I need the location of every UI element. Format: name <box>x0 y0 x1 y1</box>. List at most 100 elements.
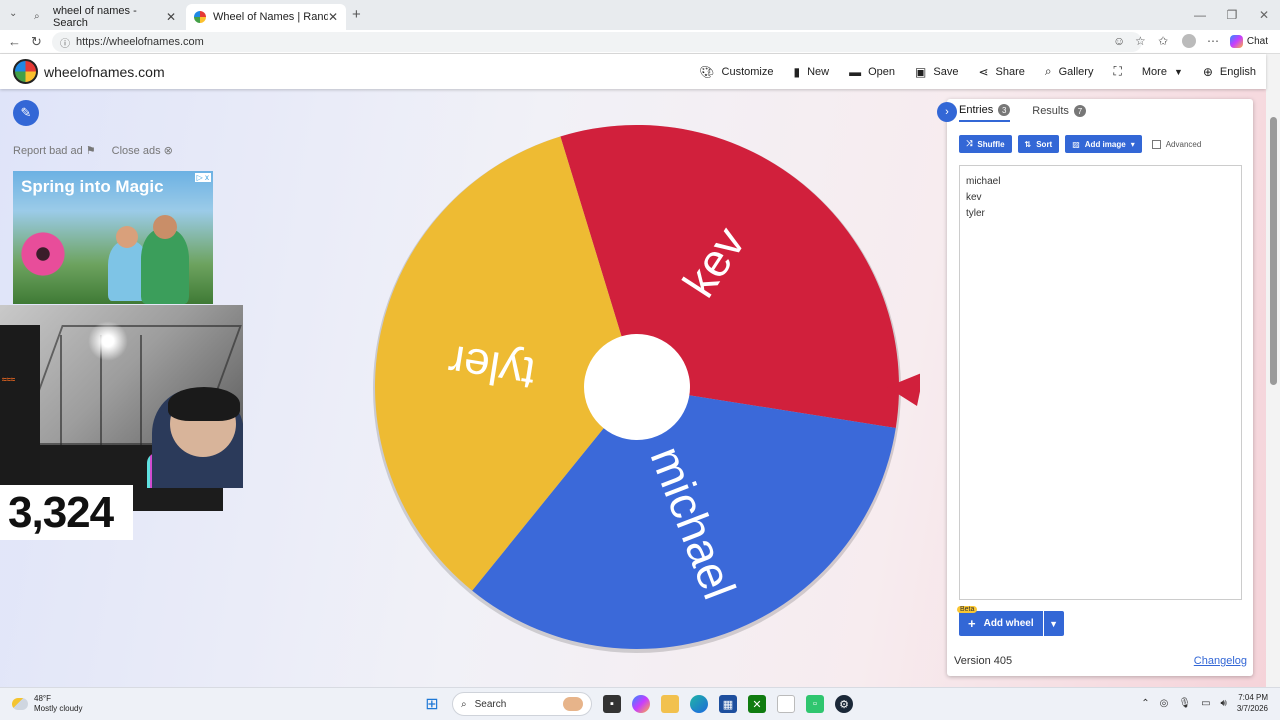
menu-fullscreen[interactable]: ⛶ <box>1113 64 1121 79</box>
chevron-right-icon: › <box>945 106 949 118</box>
menu-label: English <box>1219 65 1256 78</box>
menu-customize[interactable]: 🎨︎ Customize <box>699 65 773 79</box>
restore-icon[interactable]: ❐ <box>1216 8 1248 22</box>
start-icon[interactable]: ⊞ <box>423 695 441 713</box>
menu-label: Gallery <box>1058 65 1094 78</box>
search-icon: ⌕ <box>461 698 467 710</box>
store-icon[interactable]: ▦ <box>719 695 737 713</box>
tab-results[interactable]: Results 7 <box>1032 104 1086 122</box>
wheel-center-button[interactable] <box>584 334 690 440</box>
url-field[interactable]: ⓘ https://wheelofnames.com <box>52 32 1142 52</box>
advertisement[interactable]: Spring into Magic ▷ x <box>13 171 213 304</box>
ad-choices-badge[interactable]: ▷ x <box>194 173 211 182</box>
chevron-up-icon[interactable]: ⌃ <box>1141 698 1149 709</box>
changelog-link[interactable]: Changelog <box>1194 655 1247 667</box>
reader-mode-icon[interactable]: ☺ <box>1113 34 1125 48</box>
shuffle-icon: ⤨ <box>966 139 973 148</box>
main-area: ✎ Report bad ad ⚑ Close ads ⊗ Spring int… <box>0 89 1266 687</box>
collapse-panel-button[interactable]: › <box>937 102 957 122</box>
shuffle-button[interactable]: ⤨ Shuffle <box>959 135 1012 153</box>
browser-menu-icon[interactable]: ⋯ <box>1207 34 1219 48</box>
taskbar-search[interactable]: ⌕ Search <box>452 692 592 716</box>
notepad-icon[interactable] <box>777 695 795 713</box>
close-ads-link[interactable]: Close ads ⊗ <box>112 144 173 157</box>
name-wheel[interactable]: kevmichaeltyler <box>360 118 920 658</box>
display-icon[interactable]: ▭ <box>1201 698 1210 709</box>
tab-label: Entries <box>959 104 994 116</box>
weather-desc: Mostly cloudy <box>34 704 83 713</box>
menu-share[interactable]: ⋖ Share <box>978 65 1024 79</box>
menu-save[interactable]: ▣ Save <box>915 65 958 79</box>
site-logo[interactable] <box>13 59 38 84</box>
net-line <box>60 335 62 445</box>
counter-backdrop <box>133 488 223 511</box>
close-tab-icon[interactable]: ✕ <box>328 10 338 24</box>
system-tray: ⌃ ◎ 🎙︎ ▭ 🔊︎ 7:04 PM 3/7/2026 <box>1141 692 1268 714</box>
page-scrollbar[interactable] <box>1266 54 1280 687</box>
beta-badge: Beta <box>957 606 978 613</box>
add-wheel-button[interactable]: + Add wheel <box>959 611 1043 636</box>
steam-icon[interactable]: ⚙ <box>835 695 853 713</box>
windows-taskbar: 48°F Mostly cloudy ⊞ ⌕ Search ▪ ▦ ✕ ▫ ⚙ … <box>0 687 1280 720</box>
menu-language[interactable]: ⊕ English <box>1203 65 1256 79</box>
chevron-down-icon: ▾ <box>1130 139 1135 149</box>
profile-avatar[interactable] <box>1182 34 1196 48</box>
clock[interactable]: 7:04 PM 3/7/2026 <box>1237 692 1268 714</box>
fullscreen-icon: ⛶ <box>1113 64 1122 78</box>
edge-icon[interactable] <box>690 695 708 713</box>
search-favicon-icon: ⌕ <box>34 11 40 22</box>
advanced-checkbox[interactable]: Advanced <box>1151 139 1202 149</box>
advanced-label: Advanced <box>1165 139 1202 149</box>
back-icon[interactable]: ← <box>8 34 21 49</box>
browser-tab-search[interactable]: ⌕ wheel of names - Search ✕ <box>26 4 184 30</box>
edit-pencil-button[interactable]: ✎ <box>13 100 39 126</box>
webcam-overlay: ≈≈≈ <box>0 305 243 488</box>
sort-button[interactable]: ⇅ Sort <box>1017 135 1060 153</box>
favorites-icon[interactable]: ✩ <box>1158 34 1168 48</box>
xbox-icon[interactable]: ✕ <box>748 695 766 713</box>
entry-line: kev <box>966 192 982 203</box>
tab-title: Wheel of Names | Random name <box>213 11 328 23</box>
new-file-icon: ▮ <box>793 64 801 79</box>
entries-textarea[interactable]: michael kev tyler <box>959 165 1242 600</box>
menu-gallery[interactable]: ⌕ Gallery <box>1045 64 1094 79</box>
weather-widget[interactable]: 48°F Mostly cloudy <box>12 694 82 714</box>
menu-new[interactable]: ▮ New <box>794 65 830 79</box>
copilot-button[interactable]: Chat <box>1229 35 1268 48</box>
add-image-button[interactable]: ▨ Add image ▾ <box>1065 135 1142 153</box>
site-name[interactable]: wheelofnames.com <box>44 64 165 80</box>
flag-icon: ⚑ <box>85 145 96 157</box>
copilot-app-icon[interactable] <box>632 695 650 713</box>
tab-entries[interactable]: Entries 3 <box>959 104 1011 122</box>
site-info-icon[interactable]: ⓘ <box>60 35 70 50</box>
microphone-icon[interactable]: 🎙︎ <box>1178 698 1191 709</box>
close-circle-icon: ⊗ <box>163 145 173 157</box>
scrollbar-thumb[interactable] <box>1270 117 1277 385</box>
new-tab-icon[interactable]: + <box>352 6 361 23</box>
browser-tab-wheel[interactable]: Wheel of Names | Random name ✕ <box>186 4 346 30</box>
image-icon: ▨ <box>1072 139 1080 149</box>
app-icon[interactable]: ▫ <box>806 695 824 713</box>
floppy-icon: ▣ <box>915 64 927 79</box>
task-view-icon[interactable]: ▪ <box>603 695 621 713</box>
file-explorer-icon[interactable] <box>661 695 679 713</box>
volume-icon[interactable]: 🔊︎ <box>1221 698 1227 709</box>
folder-icon: ▬ <box>849 64 862 79</box>
add-wheel-label: Add wheel <box>983 618 1034 629</box>
add-wheel-dropdown[interactable]: ▼ <box>1043 611 1064 636</box>
close-tab-icon[interactable]: ✕ <box>166 10 176 24</box>
menu-more[interactable]: More ▼ <box>1142 66 1183 78</box>
ad-links: Report bad ad ⚑ Close ads ⊗ <box>13 144 173 157</box>
menu-label: Customize <box>721 65 774 78</box>
menu-open[interactable]: ▬ Open <box>849 65 895 79</box>
favorite-star-icon[interactable]: ☆ <box>1135 34 1146 48</box>
report-bad-ad-link[interactable]: Report bad ad ⚑ <box>13 144 96 157</box>
close-window-icon[interactable]: ✕ <box>1248 8 1280 22</box>
chevron-down-icon: ▼ <box>1173 66 1183 77</box>
tab-label: Results <box>1032 105 1069 117</box>
network-icon[interactable]: ◎ <box>1160 698 1169 709</box>
refresh-icon[interactable]: ↻ <box>31 34 42 50</box>
minimize-icon[interactable]: — <box>1184 8 1216 22</box>
sort-label: Sort <box>1036 139 1053 149</box>
tab-list-icon[interactable]: ⌄ <box>9 8 17 19</box>
